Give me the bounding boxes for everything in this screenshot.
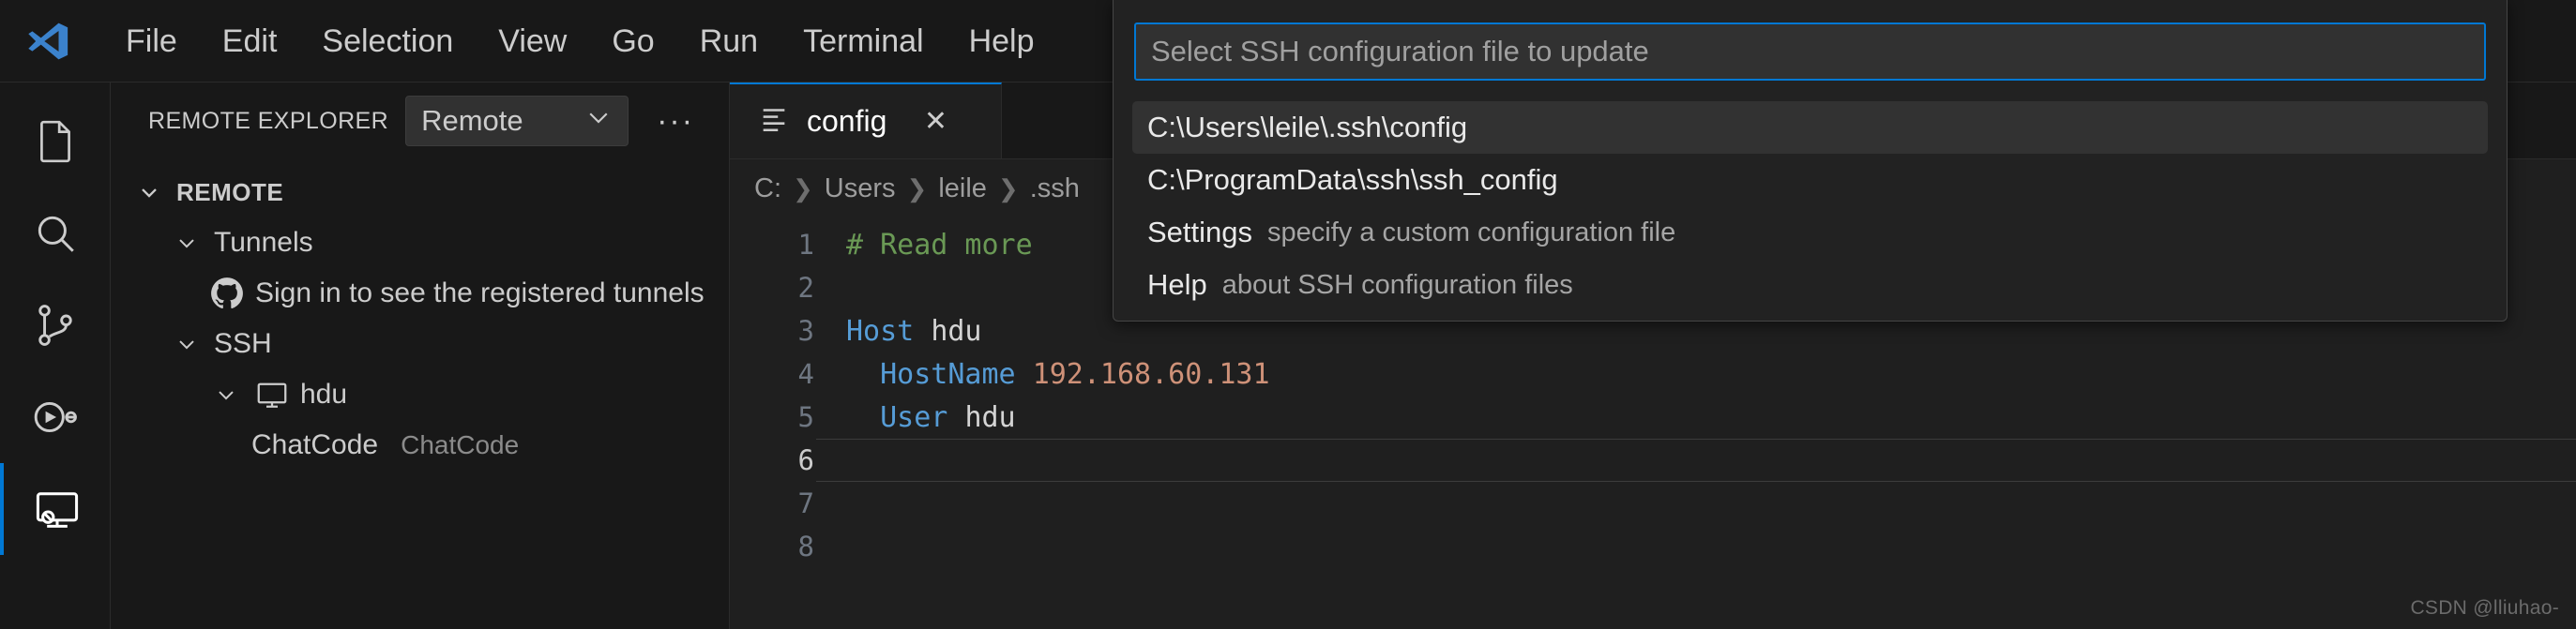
chevron-down-icon: [169, 326, 205, 362]
line-number: 4: [797, 358, 814, 390]
activity-bar: [0, 82, 111, 629]
quick-pick-item-user-config[interactable]: C:\Users\leile\.ssh\config: [1132, 101, 2488, 154]
chevron-down-icon: [131, 174, 167, 210]
chevron-right-icon: ❯: [997, 173, 1019, 202]
code-line-current: 6: [730, 439, 2576, 482]
quick-pick-item-help[interactable]: Help about SSH configuration files: [1132, 259, 2488, 311]
code-token-value: hdu: [931, 314, 982, 348]
activity-item-run-and-debug[interactable]: [0, 371, 111, 463]
run-and-debug-icon: [32, 394, 79, 441]
remote-tree: REMOTE Tunnels Sign in to see the regist…: [111, 159, 729, 471]
tree-item-label: REMOTE: [176, 177, 284, 206]
tree-item-sign-in-tunnels[interactable]: Sign in to see the registered tunnels: [111, 268, 729, 319]
editor-tab-config[interactable]: config ✕: [730, 82, 1002, 158]
line-number: 2: [797, 272, 814, 304]
quick-pick-input[interactable]: [1134, 22, 2486, 81]
code-line: 8: [730, 525, 2576, 568]
tree-item-chatcode[interactable]: ChatCode ChatCode: [111, 420, 729, 471]
source-control-icon: [32, 302, 79, 349]
sidebar-title: REMOTE EXPLORER: [148, 107, 389, 134]
activity-item-search[interactable]: [0, 187, 111, 279]
menu-item-run[interactable]: Run: [677, 20, 780, 63]
chevron-right-icon: ❯: [793, 173, 813, 202]
quick-pick-item-label: Help: [1147, 268, 1207, 301]
tree-item-hdu[interactable]: hdu: [111, 369, 729, 420]
code-token-keyword: User: [880, 400, 948, 434]
quick-pick-item-programdata-config[interactable]: C:\ProgramData\ssh\ssh_config: [1132, 154, 2488, 206]
menu-bar: File Edit Selection View Go Run Terminal…: [103, 20, 1057, 63]
quick-pick-item-settings[interactable]: Settings specify a custom configuration …: [1132, 206, 2488, 259]
line-number: 8: [797, 531, 814, 562]
activity-item-source-control[interactable]: [0, 279, 111, 371]
quick-pick-item-detail: specify a custom configuration file: [1267, 217, 1676, 247]
menu-item-file[interactable]: File: [103, 20, 200, 63]
vscode-window: File Edit Selection View Go Run Terminal…: [0, 0, 2576, 629]
quick-pick-panel: C:\Users\leile\.ssh\config C:\ProgramDat…: [1113, 0, 2508, 322]
tree-item-tunnels[interactable]: Tunnels: [111, 217, 729, 268]
explorer-icon: [32, 118, 79, 165]
quick-pick-item-label: Settings: [1147, 216, 1253, 248]
tree-item-label: Tunnels: [214, 227, 313, 258]
quick-pick-item-label: C:\Users\leile\.ssh\config: [1147, 111, 1468, 143]
code-line: 7: [730, 482, 2576, 525]
code-line: 4 HostName 192.168.60.131: [730, 352, 2576, 396]
line-number: 1: [797, 229, 814, 261]
line-number: 6: [797, 444, 814, 476]
code-token-keyword: HostName: [880, 357, 1016, 391]
settings-file-icon: [758, 102, 790, 142]
code-token-keyword: Host: [846, 314, 915, 348]
chevron-down-icon: [584, 103, 613, 139]
tree-item-label: SSH: [214, 328, 272, 359]
search-icon: [32, 210, 79, 257]
line-number: 7: [797, 487, 814, 519]
breadcrumb-segment-users[interactable]: Users: [825, 173, 896, 204]
breadcrumb-segment-drive[interactable]: C:: [754, 173, 781, 204]
breadcrumb-segment-ssh[interactable]: .ssh: [1030, 173, 1080, 204]
chevron-right-icon: ❯: [906, 173, 928, 202]
remote-explorer-sidebar: REMOTE EXPLORER Remote ··· REMOTE Tunnel…: [111, 82, 730, 629]
remote-target-value: Remote: [421, 104, 523, 137]
vscode-logo-icon: [13, 20, 83, 63]
sidebar-more-actions-button[interactable]: ···: [645, 105, 705, 137]
line-number: 5: [797, 401, 814, 433]
menu-item-go[interactable]: Go: [589, 20, 676, 63]
remote-explorer-icon: [33, 485, 82, 533]
github-icon: [208, 275, 246, 312]
remote-target-dropdown[interactable]: Remote: [405, 96, 629, 146]
tree-item-ssh[interactable]: SSH: [111, 319, 729, 369]
tree-item-label: Sign in to see the registered tunnels: [255, 277, 705, 308]
close-icon[interactable]: ✕: [917, 105, 954, 138]
code-token-value: hdu: [964, 400, 1016, 434]
watermark: CSDN @lliuhao-: [2410, 597, 2559, 619]
tree-item-remote[interactable]: REMOTE: [111, 167, 729, 217]
menu-item-terminal[interactable]: Terminal: [780, 20, 946, 63]
quick-pick-list: C:\Users\leile\.ssh\config C:\ProgramDat…: [1114, 90, 2507, 311]
quick-pick-item-label: C:\ProgramData\ssh\ssh_config: [1147, 163, 1558, 196]
activity-item-explorer[interactable]: [0, 96, 111, 187]
menu-item-view[interactable]: View: [476, 20, 589, 63]
line-number: 3: [797, 315, 814, 347]
code-line: 5 User hdu: [730, 396, 2576, 439]
activity-item-remote-explorer[interactable]: [0, 463, 111, 555]
code-token-comment: # Read more: [846, 228, 1033, 262]
quick-pick-input-wrap: [1114, 11, 2507, 90]
tree-item-label: ChatCode: [251, 429, 379, 460]
code-token-value: 192.168.60.131: [1032, 357, 1270, 391]
breadcrumb-segment-leile[interactable]: leile: [938, 173, 987, 204]
chevron-down-icon: [169, 225, 205, 261]
remote-machine-icon: [253, 376, 291, 413]
tree-item-label: hdu: [300, 379, 348, 410]
editor-tab-label: config: [807, 104, 887, 138]
sidebar-header: REMOTE EXPLORER Remote ···: [111, 82, 729, 159]
menu-item-edit[interactable]: Edit: [200, 20, 300, 63]
current-line-highlight: [816, 439, 2576, 482]
menu-item-help[interactable]: Help: [947, 20, 1057, 63]
chevron-down-icon: [208, 377, 244, 412]
tree-item-description: ChatCode: [401, 430, 520, 459]
quick-pick-item-detail: about SSH configuration files: [1221, 269, 1573, 300]
menu-item-selection[interactable]: Selection: [299, 20, 476, 63]
